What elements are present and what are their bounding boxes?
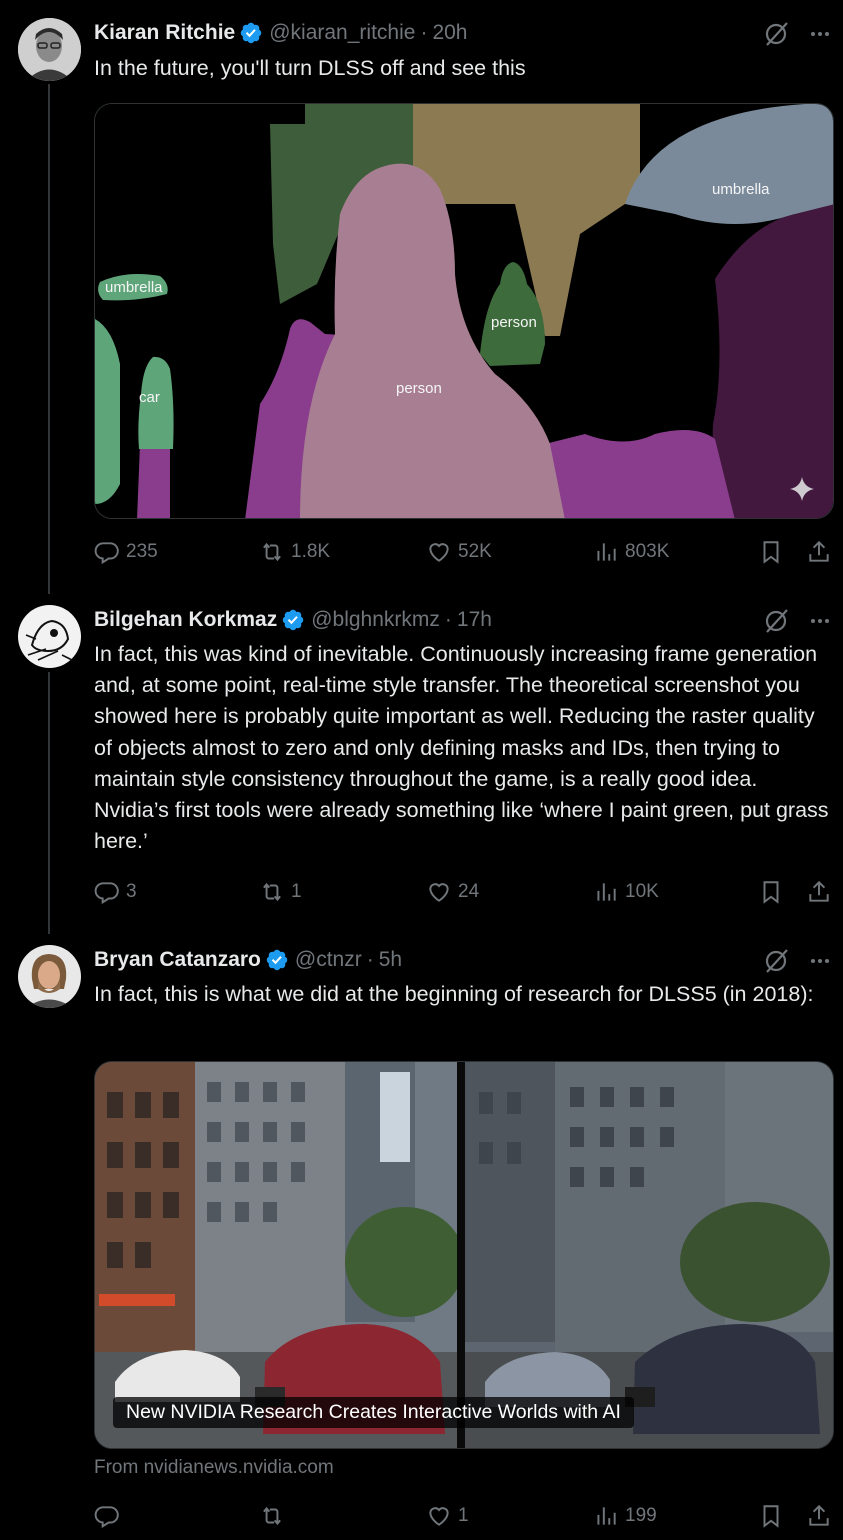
reply-button[interactable] bbox=[94, 1501, 126, 1531]
like-button[interactable]: 24 bbox=[426, 877, 479, 907]
views-icon bbox=[597, 543, 616, 561]
views-button[interactable]: 803K bbox=[593, 537, 669, 567]
repost-button[interactable] bbox=[259, 1501, 291, 1531]
timestamp[interactable]: 17h bbox=[457, 608, 492, 632]
share-icon bbox=[809, 540, 829, 562]
author-handle[interactable]: @kiaran_ritchie bbox=[269, 21, 415, 45]
grok-icon[interactable] bbox=[762, 20, 790, 48]
share-button[interactable] bbox=[806, 877, 832, 907]
verified-badge-icon bbox=[281, 608, 305, 632]
tweet-text: In the future, you'll turn DLSS off and … bbox=[94, 56, 526, 80]
views-button[interactable]: 10K bbox=[593, 877, 659, 907]
reply-count: 3 bbox=[126, 881, 137, 902]
like-icon bbox=[429, 543, 449, 562]
like-count: 52K bbox=[458, 541, 492, 562]
bookmark-button[interactable] bbox=[758, 537, 784, 567]
timestamp[interactable]: 20h bbox=[432, 21, 467, 45]
reply-button[interactable]: 235 bbox=[94, 537, 158, 567]
repost-button[interactable]: 1.8K bbox=[259, 537, 330, 567]
tweet-kiaran[interactable]: Kiaran Ritchie @kiaran_ritchie · 20h In … bbox=[0, 0, 843, 590]
avatar[interactable] bbox=[18, 945, 81, 1008]
share-button[interactable] bbox=[806, 1501, 832, 1531]
repost-count: 1 bbox=[291, 881, 302, 902]
like-count: 1 bbox=[458, 1505, 469, 1526]
street-comparison-image bbox=[95, 1062, 833, 1448]
segment-label: umbrella bbox=[105, 279, 163, 296]
tweet-header: Bilgehan Korkmaz @blghnkrkmz · 17h bbox=[94, 605, 492, 635]
share-icon bbox=[809, 1504, 829, 1526]
views-count: 803K bbox=[625, 541, 670, 562]
link-card-title[interactable]: New NVIDIA Research Creates Interactive … bbox=[113, 1397, 634, 1428]
bookmark-button[interactable] bbox=[758, 877, 784, 907]
more-icon[interactable] bbox=[808, 949, 832, 973]
segment-label: car bbox=[139, 389, 160, 406]
views-count: 199 bbox=[625, 1505, 657, 1526]
views-button[interactable]: 199 bbox=[593, 1501, 657, 1531]
avatar[interactable] bbox=[18, 605, 81, 668]
segment-label: umbrella bbox=[712, 181, 770, 198]
separator: · bbox=[444, 608, 452, 631]
bookmark-icon bbox=[763, 881, 779, 904]
author-name[interactable]: Bilgehan Korkmaz bbox=[94, 608, 277, 632]
tweet-text: In fact, this is what we did at the begi… bbox=[94, 982, 814, 1006]
views-icon bbox=[597, 883, 616, 901]
like-button[interactable]: 52K bbox=[426, 537, 492, 567]
reply-icon bbox=[94, 882, 119, 905]
author-name[interactable]: Bryan Catanzaro bbox=[94, 948, 261, 972]
grok-icon[interactable] bbox=[762, 947, 790, 975]
like-count: 24 bbox=[458, 881, 480, 902]
tweet-bilgehan[interactable]: Bilgehan Korkmaz @blghnkrkmz · 17h In fa… bbox=[0, 588, 843, 933]
avatar[interactable] bbox=[18, 18, 81, 81]
action-bar: 235 1.8K 52K 803K bbox=[94, 537, 836, 567]
separator: · bbox=[420, 21, 428, 44]
views-count: 10K bbox=[625, 881, 659, 902]
views-icon bbox=[597, 1507, 616, 1525]
reply-icon bbox=[94, 1506, 119, 1529]
like-icon bbox=[429, 883, 449, 902]
segmentation-mask-image bbox=[95, 104, 833, 518]
grok-icon[interactable] bbox=[762, 607, 790, 635]
segmentation-image[interactable]: umbrella umbrella person person car bbox=[94, 103, 834, 519]
tweet-bryan[interactable]: Bryan Catanzaro @ctnzr · 5h In fact, thi… bbox=[0, 928, 843, 1540]
reply-button[interactable]: 3 bbox=[94, 877, 137, 907]
more-icon[interactable] bbox=[808, 22, 832, 46]
segment-label: person bbox=[491, 314, 537, 331]
repost-count: 1.8K bbox=[291, 541, 331, 562]
action-bar: 3 1 24 10K bbox=[94, 877, 836, 907]
repost-button[interactable]: 1 bbox=[259, 877, 302, 907]
reply-count: 235 bbox=[126, 541, 158, 562]
link-card-media[interactable]: New NVIDIA Research Creates Interactive … bbox=[94, 1061, 834, 1449]
sparkle-icon[interactable] bbox=[788, 475, 816, 503]
bookmark-button[interactable] bbox=[758, 1501, 784, 1531]
verified-badge-icon bbox=[239, 21, 263, 45]
link-card-source[interactable]: From nvidianews.nvidia.com bbox=[94, 1457, 334, 1479]
separator: · bbox=[366, 948, 374, 971]
share-icon bbox=[809, 880, 829, 902]
repost-icon bbox=[263, 1506, 281, 1526]
timestamp[interactable]: 5h bbox=[379, 948, 402, 972]
bookmark-icon bbox=[763, 1505, 779, 1528]
tweet-header: Bryan Catanzaro @ctnzr · 5h bbox=[94, 945, 402, 975]
verified-badge-icon bbox=[265, 948, 289, 972]
reply-icon bbox=[94, 542, 119, 565]
like-icon bbox=[429, 1507, 449, 1526]
bookmark-icon bbox=[763, 541, 779, 564]
segment-label: person bbox=[396, 380, 442, 397]
tweet-text: In fact, this was kind of inevitable. Co… bbox=[94, 642, 835, 854]
author-handle[interactable]: @ctnzr bbox=[295, 948, 362, 972]
author-handle[interactable]: @blghnkrkmz bbox=[311, 608, 440, 632]
action-bar: 1 199 bbox=[94, 1501, 836, 1531]
repost-icon bbox=[263, 542, 281, 562]
author-name[interactable]: Kiaran Ritchie bbox=[94, 21, 235, 45]
more-icon[interactable] bbox=[808, 609, 832, 633]
share-button[interactable] bbox=[806, 537, 832, 567]
tweet-header: Kiaran Ritchie @kiaran_ritchie · 20h bbox=[94, 18, 467, 48]
repost-icon bbox=[263, 882, 281, 902]
like-button[interactable]: 1 bbox=[426, 1501, 469, 1531]
